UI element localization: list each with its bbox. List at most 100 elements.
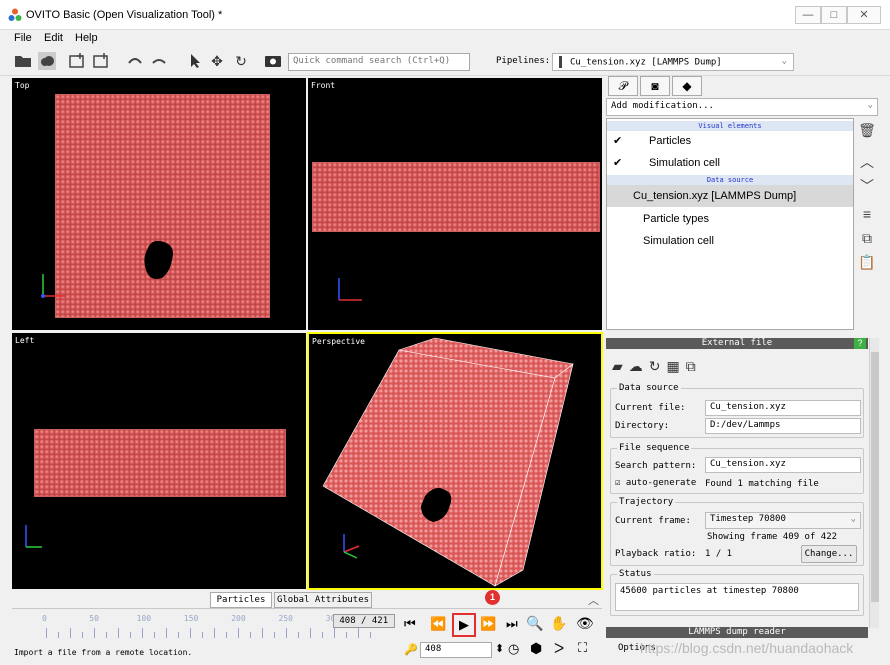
selection-mode-icon[interactable] (186, 52, 204, 70)
delete-icon[interactable]: 🗑 (858, 122, 876, 140)
add-modification-label: Add modification... (611, 101, 714, 111)
jump-to-start-icon[interactable]: ⏮ (404, 616, 416, 632)
frame-slider-thumb[interactable]: 408 / 421 (332, 614, 395, 628)
tab-particles[interactable]: Particles (210, 592, 272, 608)
previous-frame-icon[interactable]: ⏪ (430, 616, 446, 632)
edit-icon[interactable]: ⧉ (686, 358, 702, 374)
ovito-logo-icon (8, 8, 22, 21)
animation-settings-icon[interactable]: ◷ (508, 641, 519, 657)
move-icon[interactable]: ✥ (208, 52, 226, 70)
directory-label: Directory: (615, 421, 670, 431)
list-item-label: Cu_tension.xyz [LAMMPS Dump] (633, 190, 797, 202)
move-down-icon[interactable]: ﹀ (858, 176, 876, 194)
menu-edit[interactable]: Edit (44, 32, 63, 44)
pan-hand-icon[interactable]: ✋ (550, 615, 567, 632)
orbit-eye-icon[interactable]: 👁 (576, 615, 594, 632)
tab-global-attributes[interactable]: Global Attributes (274, 592, 372, 608)
list-item-data-source[interactable]: Cu_tension.xyz [LAMMPS Dump] (607, 185, 853, 207)
timeline-tick-label: 0 (42, 614, 47, 623)
new-window-icon[interactable] (68, 52, 86, 70)
save-session-icon[interactable] (92, 52, 110, 70)
list-icon[interactable]: ≡ (858, 206, 876, 224)
open-folder-icon[interactable] (14, 52, 32, 70)
pipeline-icon: 𝒫 (618, 79, 628, 93)
fov-icon[interactable]: ᐳ (554, 640, 564, 657)
viewport-label-left[interactable]: Left (15, 336, 34, 345)
orbit-icon[interactable]: ↻ (232, 52, 250, 70)
copy-icon[interactable]: ⧉ (858, 230, 876, 248)
playback-controls: ⏮ ⏪ ▶ ⏩ ⏭ 🔍 ✋ 👁 🔑 408 ⬍ ◷ ⬢ ᐳ ⛶ (400, 613, 606, 664)
timeline-tick-label: 150 (183, 614, 199, 623)
next-frame-icon[interactable]: ⏩ (480, 616, 496, 632)
maximize-button[interactable]: □ (821, 6, 847, 24)
undo-icon[interactable] (126, 52, 144, 70)
timeline-tick-mark (106, 632, 107, 638)
auto-generate-checkbox[interactable]: ☑ auto-generate (615, 478, 696, 488)
tab-pipeline[interactable]: 𝒫 (608, 76, 638, 96)
pipeline-select[interactable]: Cu_tension.xyz [LAMMPS Dump] ⌄ (552, 53, 794, 71)
command-search-input[interactable]: Quick command search (Ctrl+Q) (288, 53, 470, 71)
tab-render[interactable]: ◙ (640, 76, 670, 96)
tab-overlays[interactable]: ◆ (672, 76, 702, 96)
jump-to-end-icon[interactable]: ⏭ (506, 616, 518, 632)
chevron-up-icon[interactable]: ︿ (588, 592, 599, 608)
timeline-tick-mark (370, 632, 371, 638)
camera-icon[interactable] (264, 52, 282, 70)
viewport-front[interactable]: Front (308, 78, 602, 330)
timeline-tick-mark (142, 628, 143, 638)
timeline-tick-mark (334, 628, 335, 638)
close-button[interactable]: ✕ (847, 6, 881, 24)
window-title: OVITO Basic (Open Visualization Tool) * (26, 9, 223, 21)
cloud-download-icon[interactable] (38, 52, 56, 70)
maximize-viewport-icon[interactable]: ⛶ (578, 640, 587, 656)
viewport-perspective[interactable]: Perspective (307, 332, 603, 590)
spinner-arrows-icon[interactable]: ⬍ (495, 642, 504, 655)
timeline-tick-mark (190, 628, 191, 638)
timeline-tick-lines (12, 628, 374, 640)
scrollbar-thumb[interactable] (871, 352, 879, 602)
help-button[interactable]: ? (854, 338, 866, 349)
reload-icon[interactable]: ↻ (649, 358, 667, 374)
search-pattern-input[interactable]: Cu_tension.xyz (705, 457, 861, 473)
viewport-left[interactable]: Left (12, 333, 306, 589)
playback-ratio-label: Playback ratio: (615, 549, 697, 559)
timeline-tick-mark (238, 628, 239, 638)
axis-tripod-icon (343, 534, 360, 559)
axis-tripod-icon (25, 525, 42, 548)
animation-settings-icon[interactable]: ▦ (667, 358, 686, 374)
divider (12, 608, 602, 609)
move-up-icon[interactable]: ︿ (858, 152, 876, 170)
menu-file[interactable]: File (14, 32, 32, 44)
group-title: Trajectory (617, 497, 676, 507)
list-item-simulation-cell-source[interactable]: Simulation cell (607, 230, 853, 252)
current-frame-select[interactable]: Timestep 70800 ⌄ (705, 512, 861, 529)
list-item-particle-types[interactable]: Particle types (607, 208, 853, 230)
minimize-button[interactable]: — (795, 6, 821, 24)
playback-ratio-value: 1 / 1 (705, 549, 733, 559)
axis-tripod-icon (338, 278, 362, 301)
play-button[interactable]: ▶ (452, 613, 476, 637)
list-item-particles[interactable]: ✔ Particles (607, 130, 853, 152)
clipboard-icon[interactable]: 📋 (858, 254, 876, 272)
change-button[interactable]: Change... (801, 545, 857, 563)
zoom-icon[interactable]: 🔍 (526, 615, 543, 632)
search-pattern-label: Search pattern: (615, 461, 697, 471)
properties-scrollbar[interactable] (869, 338, 879, 628)
cloud-icon[interactable]: ☁ (629, 358, 649, 374)
menu-help[interactable]: Help (75, 32, 98, 44)
data-source-group: Data source Current file: Cu_tension.xyz… (610, 383, 864, 438)
checkbox-checked-icon[interactable]: ✔ (613, 152, 622, 174)
viewport-label-top[interactable]: Top (15, 81, 29, 90)
list-item-simulation-cell[interactable]: ✔ Simulation cell (607, 152, 853, 174)
viewport-label-front[interactable]: Front (311, 81, 335, 90)
animation-timeline[interactable]: 050100150200250300350 408 / 421 (12, 612, 395, 642)
zoom-all-icon[interactable]: ⬢ (530, 640, 542, 657)
add-modification-select[interactable]: Add modification... ⌄ (606, 98, 878, 116)
timeline-tick-mark (154, 632, 155, 638)
redo-icon[interactable] (150, 52, 168, 70)
viewport-top[interactable]: Top (12, 78, 306, 330)
checkbox-checked-icon[interactable]: ✔ (613, 130, 622, 152)
particle-block (55, 94, 270, 318)
open-folder-icon[interactable]: ▰ (612, 358, 629, 374)
frame-spinner-input[interactable]: 408 (420, 642, 492, 658)
